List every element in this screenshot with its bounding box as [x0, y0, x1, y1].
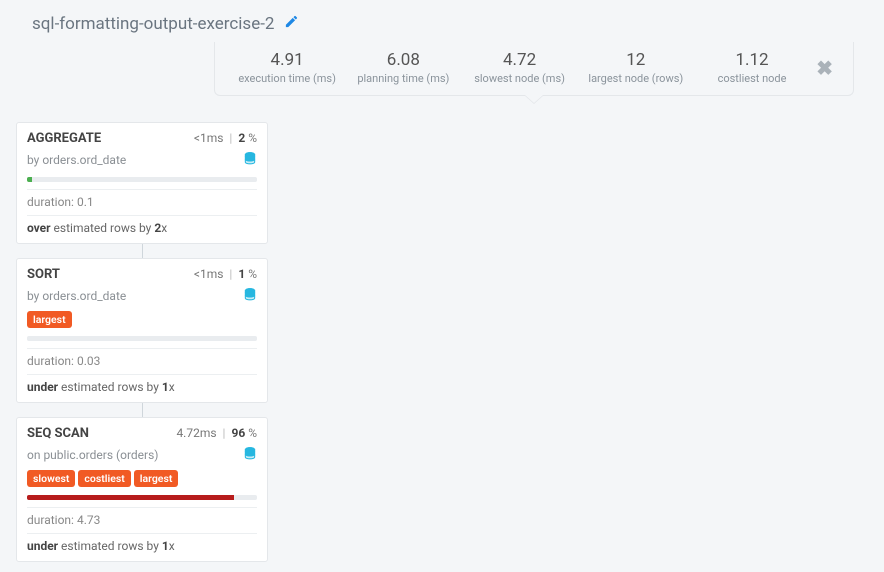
badge-largest: largest: [27, 311, 72, 328]
stat-label: largest node (rows): [586, 72, 686, 85]
node-metrics: <1ms | 2 %: [194, 131, 257, 145]
node-connector: [142, 244, 143, 258]
duration-row: duration: 0.03: [27, 348, 257, 368]
stat-value: 1.12: [702, 50, 802, 70]
stat-item[interactable]: 12 largest node (rows): [586, 50, 686, 85]
plan-node[interactable]: SEQ SCAN 4.72ms | 96 % on public.orders (o…: [16, 417, 268, 562]
node-connector: [142, 403, 143, 417]
stat-item[interactable]: 4.91 execution time (ms): [237, 50, 337, 85]
duration-row: duration: 4.73: [27, 507, 257, 527]
node-sub-text: on public.orders (orders): [27, 448, 158, 462]
node-sub: by orders.ord_date: [27, 150, 257, 169]
estimate-row: under estimated rows by 1x: [27, 374, 257, 394]
database-icon[interactable]: [243, 150, 257, 169]
bar-fill: [27, 177, 32, 182]
stat-label: costliest node: [702, 72, 802, 85]
stat-label: execution time (ms): [237, 72, 337, 85]
edit-icon[interactable]: [284, 14, 299, 34]
node-badges: slowestcostliestlargest: [27, 470, 257, 487]
bar-fill: [27, 495, 234, 500]
badge-costliest: costliest: [78, 470, 130, 487]
database-icon[interactable]: [243, 286, 257, 305]
stat-item[interactable]: 1.12 costliest node: [702, 50, 802, 85]
stat-value: 12: [586, 50, 686, 70]
stats-bar: 4.91 execution time (ms) 6.08 planning time…: [214, 42, 854, 96]
node-title: AGGREGATE: [27, 131, 101, 146]
duration-bar: [27, 495, 257, 500]
node-sub-text: by orders.ord_date: [27, 153, 126, 167]
node-title: SORT: [27, 267, 60, 282]
node-title: SEQ SCAN: [27, 426, 89, 441]
node-badges: largest: [27, 311, 257, 328]
duration-row: duration: 0.1: [27, 189, 257, 209]
stat-value: 4.72: [470, 50, 570, 70]
plan-node[interactable]: SORT <1ms | 1 % by orders.ord_datelargest d…: [16, 258, 268, 403]
duration-bar: [27, 177, 257, 182]
node-sub-text: by orders.ord_date: [27, 289, 126, 303]
node-header: AGGREGATE <1ms | 2 %: [27, 131, 257, 146]
node-header: SEQ SCAN 4.72ms | 96 %: [27, 426, 257, 441]
plan-title: sql-formatting-output-exercise-2: [32, 14, 274, 34]
stat-label: planning time (ms): [353, 72, 453, 85]
node-sub: on public.orders (orders): [27, 445, 257, 464]
close-icon[interactable]: ✖: [810, 56, 839, 80]
stat-item[interactable]: 6.08 planning time (ms): [353, 50, 453, 85]
stat-value: 6.08: [353, 50, 453, 70]
estimate-row: under estimated rows by 1x: [27, 533, 257, 553]
plan-tree: AGGREGATE<1ms | 2 %by orders.ord_datedur…: [16, 122, 870, 562]
node-sub: by orders.ord_date: [27, 286, 257, 305]
badge-slowest: slowest: [27, 470, 75, 487]
database-icon[interactable]: [243, 445, 257, 464]
stat-label: slowest node (ms): [470, 72, 570, 85]
node-metrics: 4.72ms | 96 %: [176, 426, 257, 440]
node-header: SORT <1ms | 1 %: [27, 267, 257, 282]
title-row: sql-formatting-output-exercise-2: [32, 14, 870, 34]
badge-largest: largest: [134, 470, 179, 487]
stat-item[interactable]: 4.72 slowest node (ms): [470, 50, 570, 85]
duration-bar: [27, 336, 257, 341]
stats-pointer-icon: [524, 95, 544, 104]
node-metrics: <1ms | 1 %: [194, 267, 257, 281]
stat-value: 4.91: [237, 50, 337, 70]
estimate-row: over estimated rows by 2x: [27, 215, 257, 235]
plan-node[interactable]: AGGREGATE <1ms | 2 % by orders.ord_datedur…: [16, 122, 268, 244]
